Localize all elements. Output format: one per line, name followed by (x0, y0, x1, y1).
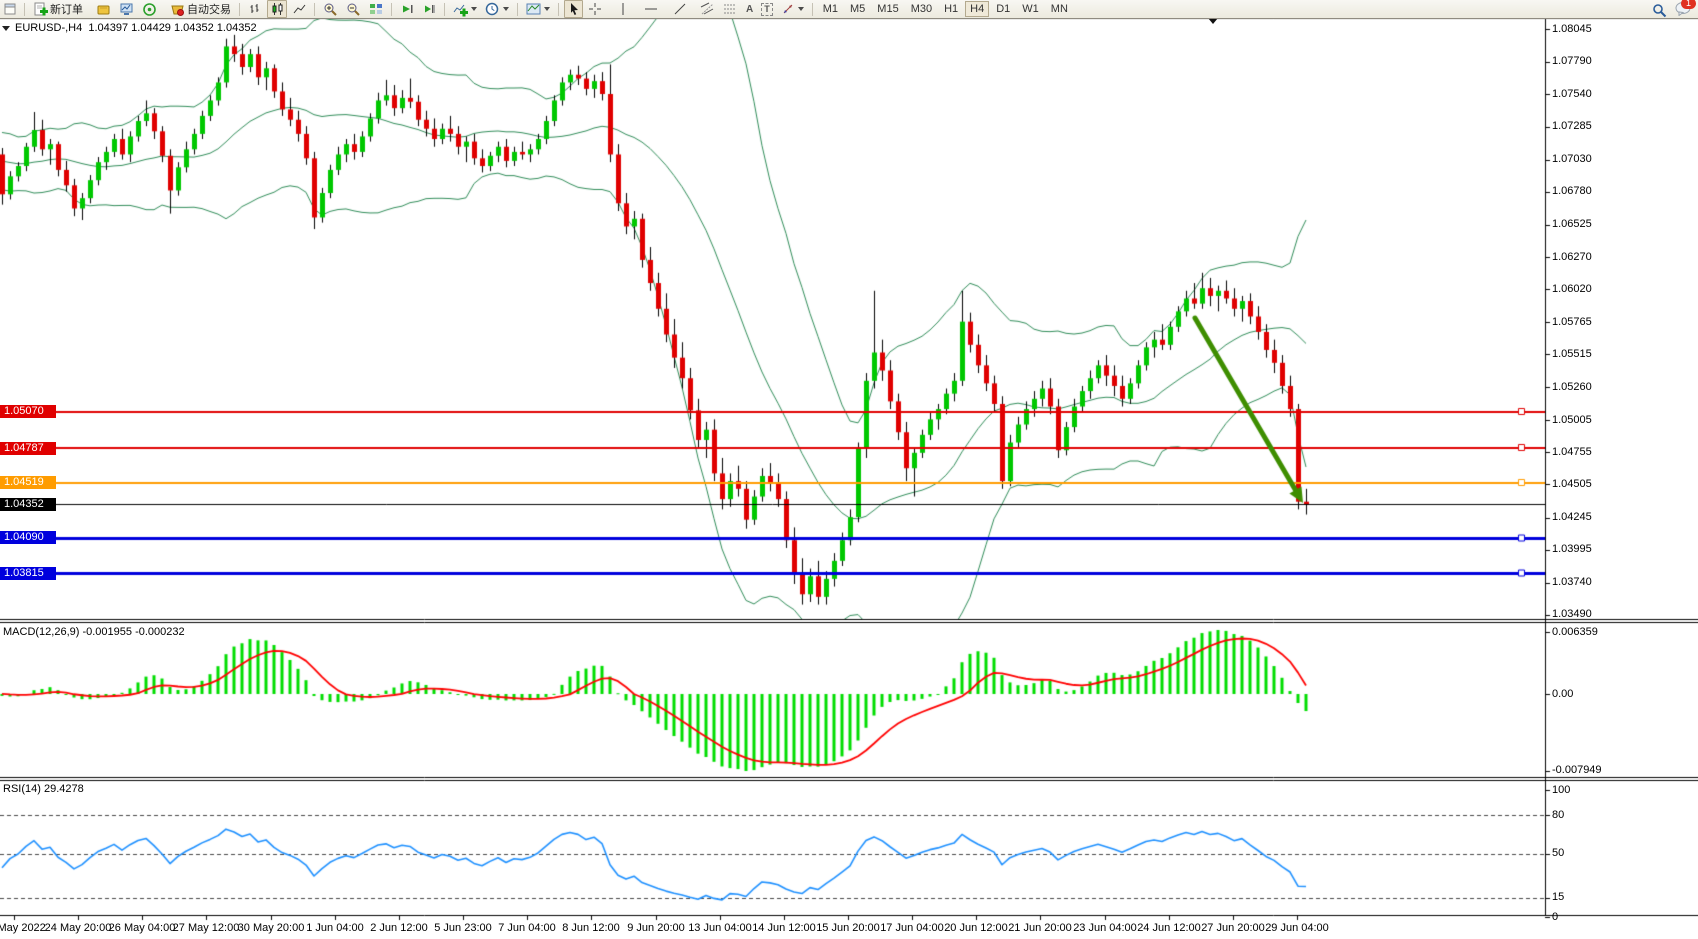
chevron-down-icon (503, 7, 509, 11)
arrows-tool-button[interactable] (778, 0, 807, 18)
periodicity-button[interactable] (482, 0, 512, 18)
crosshair-icon (588, 2, 602, 16)
auto-trading-button[interactable]: 自动交易 (167, 0, 234, 18)
candlestick-mode-button[interactable] (267, 0, 287, 18)
new-order-icon (33, 2, 48, 17)
profile-button[interactable] (93, 0, 114, 18)
arrows-icon (781, 2, 795, 16)
toolbar-separator (812, 3, 813, 16)
signal-icon (142, 2, 157, 17)
timeframe-button-MN[interactable]: MN (1046, 1, 1073, 17)
zoom-in-icon (323, 2, 338, 17)
window-icon (4, 2, 16, 16)
text-tool-button[interactable]: A (743, 0, 756, 18)
line-chart-icon (292, 2, 306, 16)
channel-icon (700, 2, 715, 16)
add-indicator-button[interactable] (450, 0, 480, 18)
bar-chart-icon (248, 2, 262, 16)
trendline-icon (673, 2, 687, 16)
zoom-in-button[interactable] (320, 0, 341, 18)
toolbar-separator (24, 3, 25, 16)
market-watch-button[interactable] (116, 0, 137, 18)
vertical-line-icon (617, 2, 629, 16)
toolbar-separator (391, 3, 392, 16)
chevron-down-icon (798, 7, 804, 11)
chevron-down-icon (471, 7, 477, 11)
new-order-button[interactable]: 新订单 (30, 0, 86, 18)
templates-button[interactable] (523, 0, 553, 18)
equidistant-channel-tool-button[interactable] (697, 0, 718, 18)
crosshair-tool-button[interactable] (585, 0, 605, 18)
horizontal-line-icon (644, 2, 658, 16)
chart-shift-button[interactable] (419, 0, 439, 18)
monitor-icon (119, 2, 134, 17)
toolbar-separator (517, 3, 518, 16)
zoom-out-button[interactable] (343, 0, 364, 18)
main-toolbar: 新订单 自动交易 (0, 0, 1698, 19)
signal-button[interactable] (139, 0, 160, 18)
book-icon (96, 2, 111, 17)
window-button[interactable] (1, 0, 19, 18)
text-label-tool-button[interactable]: T (758, 0, 776, 18)
toolbar-separator (314, 3, 315, 16)
chart-canvas[interactable] (0, 0, 1698, 939)
timeframe-button-M5[interactable]: M5 (845, 1, 870, 17)
add-indicator-icon (453, 2, 468, 17)
zoom-out-icon (346, 2, 361, 17)
clock-icon (485, 2, 500, 17)
new-order-label: 新订单 (50, 1, 83, 17)
tile-windows-icon (369, 2, 383, 16)
one-click-trading-arrow[interactable] (2, 26, 10, 31)
trendline-tool-button[interactable] (670, 0, 690, 18)
text-label-icon: T (761, 3, 773, 16)
line-chart-mode-button[interactable] (289, 0, 309, 18)
auto-trading-icon (170, 2, 185, 17)
vertical-line-tool-button[interactable] (614, 0, 632, 18)
toolbar-separator (558, 3, 559, 16)
auto-scroll-icon (400, 2, 414, 16)
fibonacci-tool-button[interactable] (720, 0, 741, 18)
fibonacci-icon (723, 2, 738, 16)
timeframe-button-M1[interactable]: M1 (818, 1, 843, 17)
toolbar-separator (444, 3, 445, 16)
timeframe-button-M30[interactable]: M30 (906, 1, 937, 17)
notifications-button[interactable]: 1 (1675, 1, 1692, 19)
timeframe-button-W1[interactable]: W1 (1017, 1, 1044, 17)
timeframe-button-M15[interactable]: M15 (872, 1, 903, 17)
timeframe-toolbar: M1M5M15M30H1H4D1W1MN (817, 1, 1074, 17)
timeframe-button-H1[interactable]: H1 (939, 1, 963, 17)
horizontal-line-tool-button[interactable] (641, 0, 661, 18)
timeframe-button-H4[interactable]: H4 (965, 1, 989, 17)
candlestick-icon (270, 2, 284, 16)
timeframe-button-D1[interactable]: D1 (991, 1, 1015, 17)
auto-trading-label: 自动交易 (187, 1, 231, 17)
bar-chart-mode-button[interactable] (245, 0, 265, 18)
search-icon[interactable] (1652, 3, 1667, 18)
tile-windows-button[interactable] (366, 0, 386, 18)
toolbar-right-icons: 1 (1652, 1, 1692, 19)
cursor-icon (567, 2, 580, 16)
toolbar-separator (239, 3, 240, 16)
auto-scroll-button[interactable] (397, 0, 417, 18)
cursor-tool-button[interactable] (564, 0, 583, 18)
text-icon: A (746, 4, 753, 15)
chevron-down-icon (544, 7, 550, 11)
chart-shift-icon (422, 2, 436, 16)
notification-count-badge: 1 (1681, 0, 1696, 9)
template-icon (526, 2, 541, 17)
